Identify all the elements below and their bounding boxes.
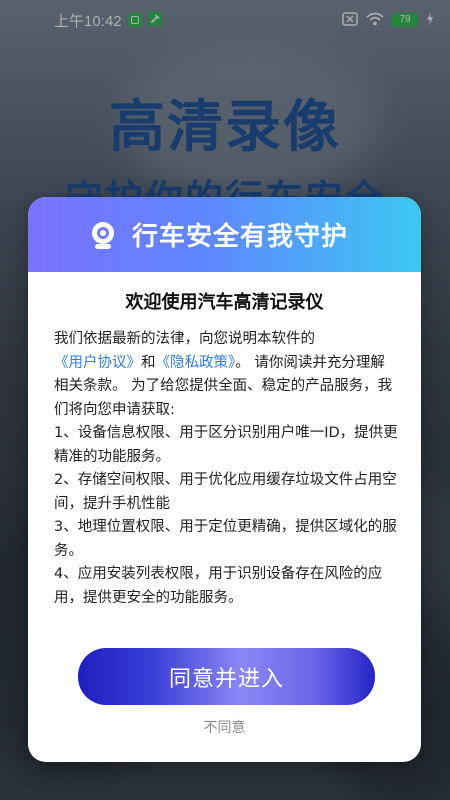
disagree-button[interactable]: 不同意 (28, 717, 421, 737)
privacy-dialog: 行车安全有我守护 欢迎使用汽车高清记录仪 我们依据最新的法律，向您说明本软件的《… (28, 197, 421, 762)
permission-item: 4、应用安装列表权限，用于识别设备存在风险的应用，提供更安全的功能服务。 (54, 566, 383, 606)
intro-text: 我们依据最新的法律，向您说明本软件的 (54, 331, 315, 347)
privacy-policy-link[interactable]: 《隐私政策》 (156, 355, 236, 371)
agree-button[interactable]: 同意并进入 (78, 648, 375, 705)
app-screen: 高清录像 守护你的行车安全 上午10:42 (0, 0, 450, 800)
user-agreement-link[interactable]: 《用户协议》 (54, 355, 141, 371)
dialog-body: 我们依据最新的法律，向您说明本软件的《用户协议》和《隐私政策》。 请你阅读并充分… (54, 328, 399, 610)
conjunction-text: 和 (141, 354, 156, 371)
dialog-header: 行车安全有我守护 (28, 197, 421, 272)
permission-item: 1、设备信息权限、用于区分识别用户唯一ID，提供更精准的功能服务。 (54, 425, 398, 465)
dialog-header-title: 行车安全有我守护 (132, 222, 349, 252)
permission-item: 2、存储空间权限、用于优化应用缓存垃圾文件占用空间，提升手机性能 (54, 472, 397, 512)
permission-item: 3、地理位置权限、用于定位更精确，提供区域化的服务。 (54, 519, 397, 559)
camera-icon (86, 218, 120, 252)
dialog-title: 欢迎使用汽车高清记录仪 (125, 292, 324, 313)
